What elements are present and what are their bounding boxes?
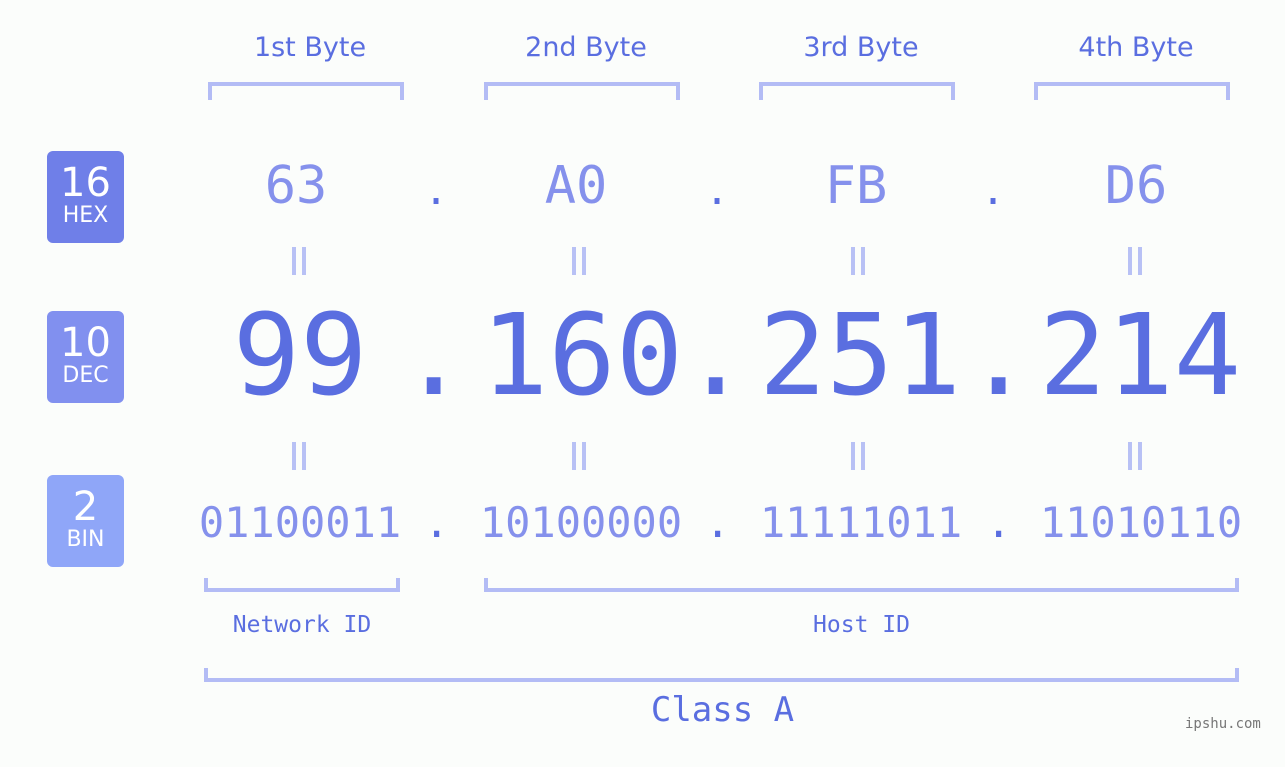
hex-byte-1: 63 (264, 156, 328, 216)
bin-byte-2: 10100000 (479, 498, 683, 547)
hex-byte-2: A0 (544, 156, 608, 216)
hex-separator-2: . (705, 168, 730, 214)
hex-separator-1: . (424, 168, 449, 214)
byte-header-3: 3rd Byte (803, 32, 919, 63)
byte-bracket-4 (1034, 82, 1230, 100)
dec-byte-3: 251 (758, 291, 962, 421)
ip-class-label: Class A (650, 690, 795, 730)
bin-separator-1: . (424, 498, 450, 547)
hex-label: HEX (62, 203, 109, 228)
bin-badge: 2 BIN (47, 475, 124, 567)
network-id-label: Network ID (232, 612, 372, 638)
byte-header-2: 2nd Byte (525, 32, 647, 63)
bin-base: 2 (72, 484, 99, 530)
hex-base: 16 (60, 160, 111, 206)
equals-icon (570, 442, 590, 470)
host-id-label: Host ID (813, 612, 910, 638)
host-id-bracket (484, 578, 1239, 592)
dec-byte-2: 160 (480, 291, 684, 421)
equals-icon (290, 442, 310, 470)
bin-separator-2: . (705, 498, 731, 547)
byte-header-1: 1st Byte (253, 32, 367, 63)
dec-byte-4: 214 (1038, 291, 1242, 421)
dec-byte-1: 99 (232, 291, 368, 421)
dec-badge: 10 DEC (47, 311, 124, 403)
bin-separator-3: . (986, 498, 1012, 547)
byte-bracket-1 (208, 82, 404, 100)
class-bracket (204, 668, 1239, 682)
byte-bracket-3 (759, 82, 955, 100)
bin-byte-4: 11010110 (1039, 498, 1243, 547)
watermark: ipshu.com (1185, 716, 1261, 732)
byte-header-4: 4th Byte (1078, 32, 1194, 63)
dec-separator-1: . (400, 291, 468, 421)
hex-byte-3: FB (824, 156, 888, 216)
bin-label: BIN (66, 527, 105, 552)
equals-icon (1126, 442, 1146, 470)
hex-separator-3: . (981, 168, 1006, 214)
equals-icon (849, 442, 869, 470)
bin-byte-1: 01100011 (198, 498, 402, 547)
network-id-bracket (204, 578, 400, 592)
equals-icon (570, 247, 590, 275)
equals-icon (290, 247, 310, 275)
dec-label: DEC (62, 363, 109, 388)
equals-icon (1126, 247, 1146, 275)
bin-byte-3: 11111011 (759, 498, 963, 547)
byte-bracket-2 (484, 82, 680, 100)
hex-byte-4: D6 (1104, 156, 1168, 216)
hex-badge: 16 HEX (47, 151, 124, 243)
equals-icon (849, 247, 869, 275)
dec-base: 10 (60, 320, 111, 366)
